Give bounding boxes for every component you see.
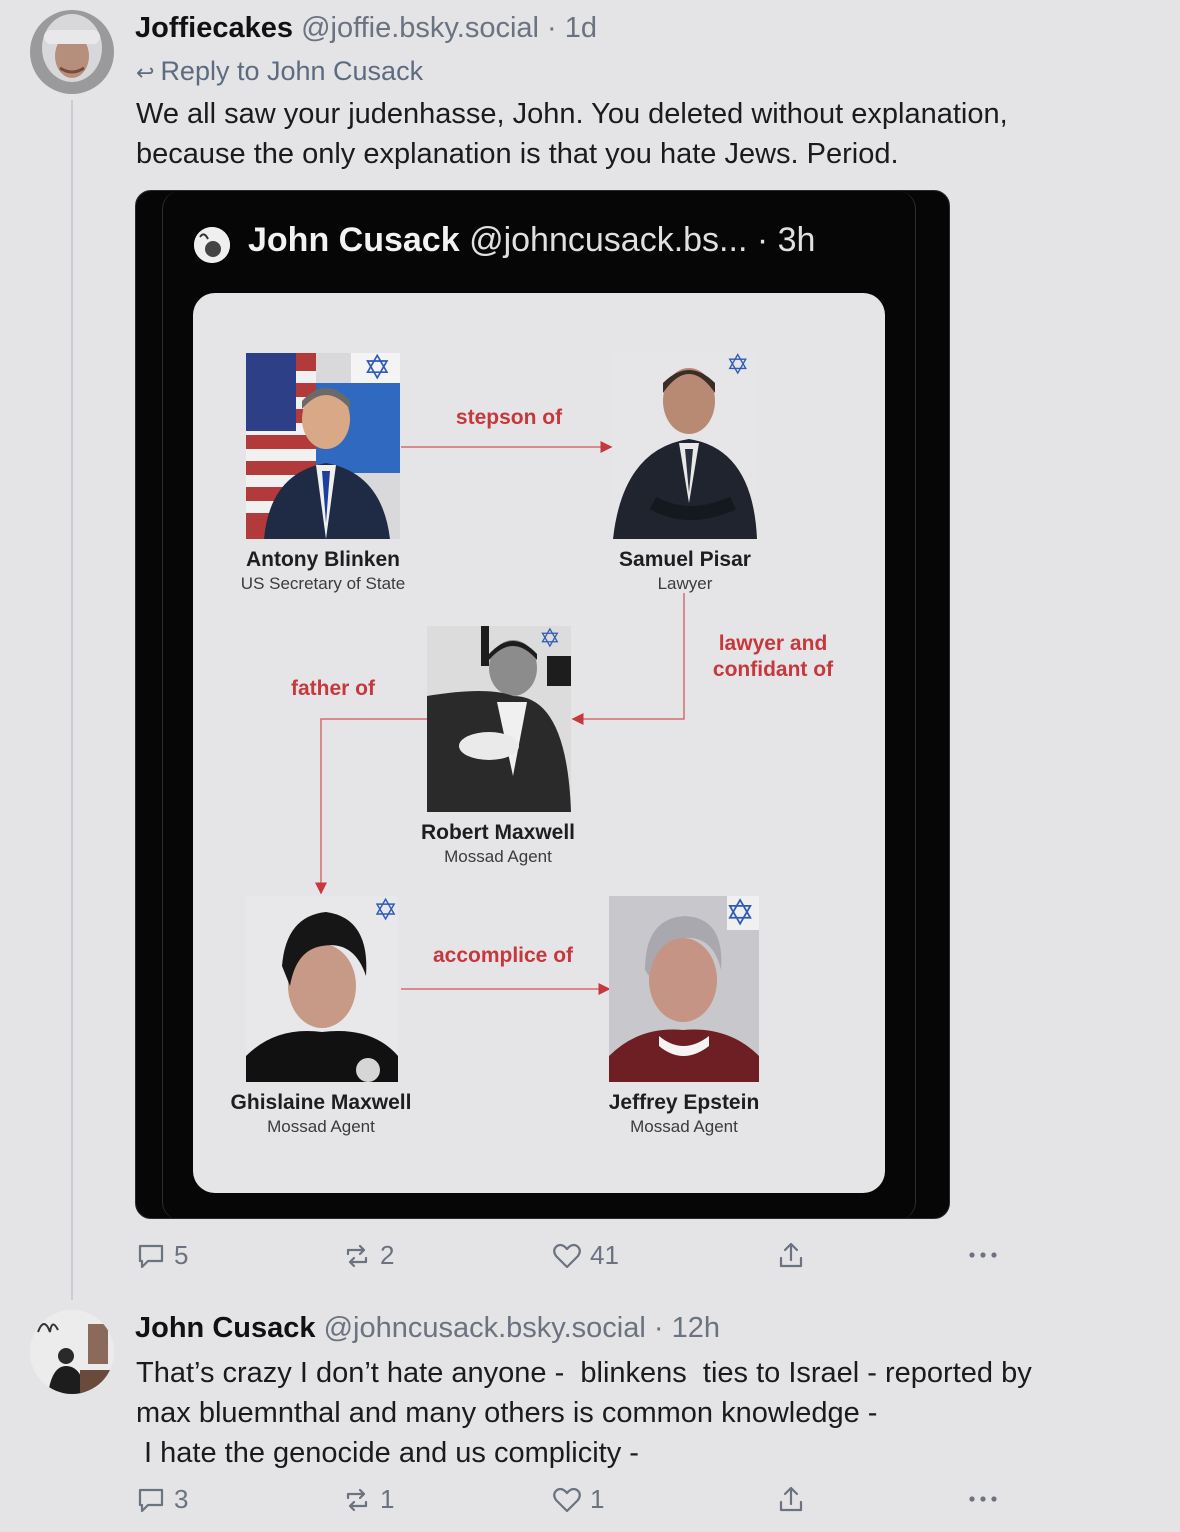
reply-to-link[interactable]: ↩ Reply to John Cusack	[136, 56, 423, 87]
reply-to-label: Reply to John Cusack	[160, 56, 424, 86]
share-icon	[779, 1486, 803, 1512]
repost-count: 2	[380, 1240, 395, 1270]
reply-count: 5	[174, 1240, 189, 1270]
repost-icon	[346, 1244, 368, 1267]
joffiecakes-avatar[interactable]	[30, 10, 114, 94]
embed-time: · 3h	[756, 221, 816, 259]
post1-text-line: because the only explanation is that you…	[136, 138, 899, 170]
star-of-david-icon: ✡	[726, 349, 750, 380]
post1-text: We all saw your judenhasse, John. You de…	[136, 94, 1008, 174]
relation-label: father of	[291, 677, 375, 700]
star-of-david-icon: ✡	[725, 892, 756, 933]
more-dots-icon	[969, 1496, 997, 1502]
post2-author-name[interactable]: John Cusack	[135, 1312, 316, 1344]
reply-button[interactable]: 5	[136, 1240, 188, 1271]
comment-bubble-icon	[138, 1244, 164, 1268]
repost-count: 1	[380, 1484, 395, 1514]
person-role: US Secretary of State	[240, 574, 406, 593]
person-role: Lawyer	[657, 574, 713, 593]
post1-text-line: We all saw your judenhasse, John. You de…	[136, 98, 1008, 130]
repost-icon	[346, 1488, 368, 1511]
person-name: Antony Blinken	[245, 548, 400, 571]
star-of-david-icon: ✡	[539, 623, 561, 653]
post2-text: That’s crazy I don’t hate anyone - blink…	[136, 1353, 1032, 1473]
johncusack-avatar[interactable]	[30, 1310, 114, 1394]
share-button[interactable]	[776, 1240, 806, 1270]
relation-label-line: confidant of	[712, 658, 834, 681]
like-button[interactable]: 41	[552, 1240, 619, 1271]
person-name: Ghislaine Maxwell	[230, 1091, 412, 1114]
repost-button[interactable]: 2	[342, 1240, 394, 1271]
share-icon	[779, 1242, 803, 1268]
infographic-card: ✡ Antony Blinken US Secretary of State ✡…	[193, 293, 885, 1193]
relation-label-line: lawyer and	[718, 632, 828, 655]
relation-label: stepson of	[455, 406, 563, 429]
embed-header: John Cusack @johncusack.bs... · 3h	[248, 221, 815, 260]
like-count: 41	[590, 1240, 619, 1270]
embed-author-name: John Cusack	[248, 221, 460, 259]
reply-count: 3	[174, 1484, 189, 1514]
post1-action-bar: 5 2 41	[136, 1240, 1016, 1280]
robert-maxwell-photo	[427, 626, 571, 812]
person-role: Mossad Agent	[267, 1117, 375, 1136]
person-role: Mossad Agent	[444, 847, 552, 866]
post2-text-line: max bluemnthal and many others is common…	[136, 1397, 878, 1429]
heart-icon	[553, 1487, 581, 1512]
person-name: Robert Maxwell	[420, 821, 576, 844]
embedded-image[interactable]: John Cusack @johncusack.bs... · 3h ✡ Ant…	[135, 190, 950, 1219]
reply-arrow-icon: ↩	[136, 60, 155, 85]
post2-time[interactable]: · 12h	[654, 1312, 720, 1344]
post2-text-line: That’s crazy I don’t hate anyone - blink…	[136, 1357, 1032, 1389]
more-options-button[interactable]	[966, 1240, 1000, 1270]
post1-time[interactable]: · 1d	[547, 12, 597, 44]
more-dots-icon	[969, 1252, 997, 1258]
relation-label: accomplice of	[432, 944, 574, 967]
post2-author-handle[interactable]: @johncusack.bsky.social	[324, 1312, 646, 1344]
star-of-david-icon: ✡	[363, 349, 392, 387]
person-name: Samuel Pisar	[619, 548, 751, 571]
lawyer-arrow	[571, 593, 685, 725]
like-button[interactable]: 1	[552, 1484, 604, 1515]
thread-line	[71, 100, 73, 1300]
pisar-photo	[613, 353, 757, 539]
relation-label: lawyer and confidant of	[693, 631, 853, 683]
comment-bubble-icon	[138, 1488, 164, 1512]
post2-header: John Cusack @johncusack.bsky.social · 12…	[135, 1312, 720, 1345]
more-options-button[interactable]	[966, 1484, 1000, 1514]
person-name: Jeffrey Epstein	[608, 1091, 760, 1114]
post1-author-handle[interactable]: @joffie.bsky.social	[301, 12, 539, 44]
embed-author-handle: @johncusack.bs...	[469, 221, 748, 259]
embed-avatar	[194, 227, 230, 263]
star-of-david-icon: ✡	[373, 894, 399, 927]
post2-text-line: I hate the genocide and us complicity -	[136, 1437, 639, 1469]
reply-button[interactable]: 3	[136, 1484, 188, 1515]
share-button[interactable]	[776, 1484, 806, 1514]
post1-header: Joffiecakes @joffie.bsky.social · 1d	[135, 12, 597, 45]
post2-action-bar: 3 1 1	[136, 1484, 1016, 1524]
heart-icon	[553, 1243, 581, 1268]
post1-author-name[interactable]: Joffiecakes	[135, 12, 293, 44]
person-role: Mossad Agent	[630, 1117, 738, 1136]
like-count: 1	[590, 1484, 605, 1514]
repost-button[interactable]: 1	[342, 1484, 394, 1515]
